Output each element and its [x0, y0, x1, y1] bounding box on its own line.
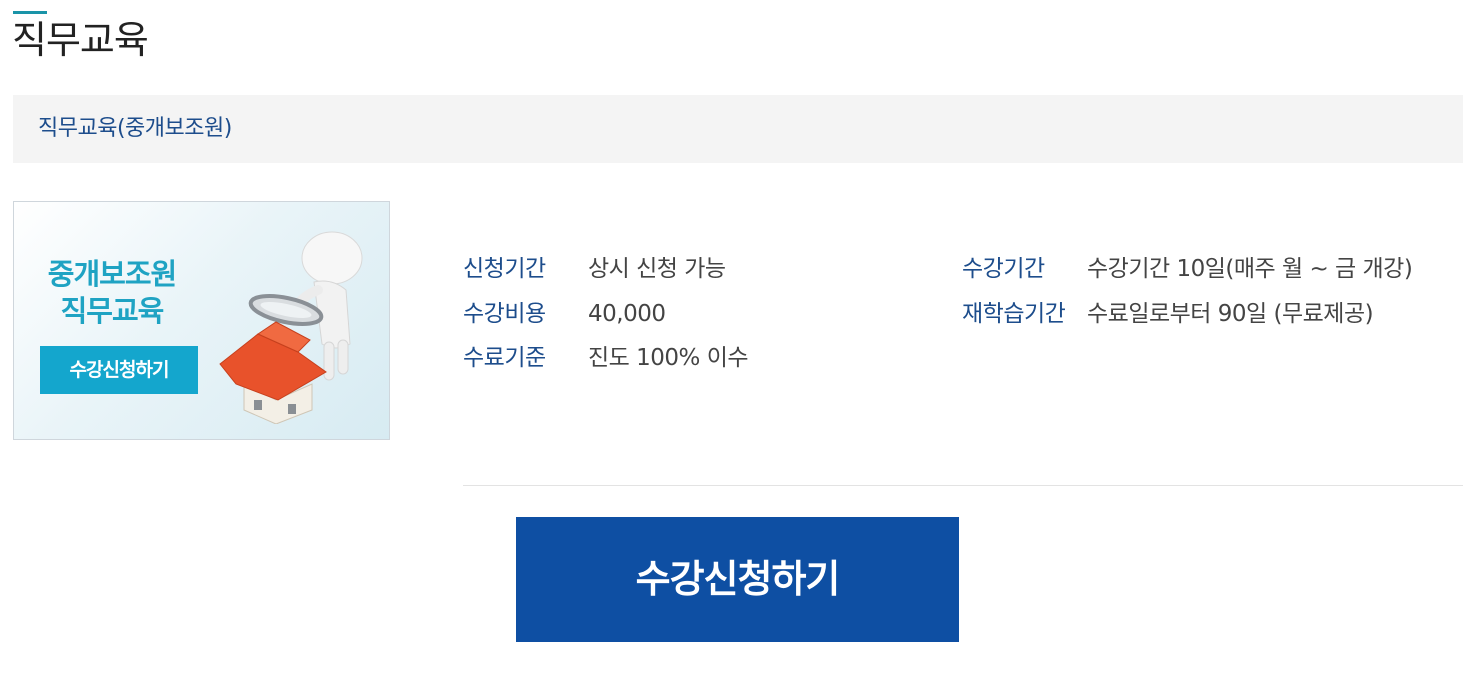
- page-title: 직무교육: [12, 18, 149, 62]
- figure-leg: [323, 341, 335, 381]
- breadcrumb: 직무교육(중개보조원): [13, 95, 1463, 163]
- info-value-study-period: 수강기간 10일(매주 월 ~ 금 개강): [1087, 256, 1413, 282]
- banner-title: 중개보조원 직무교육: [28, 256, 196, 330]
- breadcrumb-course-link[interactable]: 직무교육(중개보조원): [38, 114, 232, 144]
- info-label-review-period: 재학습기간: [962, 301, 1066, 327]
- info-value-review-period: 수료일로부터 90일 (무료제공): [1087, 301, 1374, 327]
- house-magnifier-illustration: [219, 231, 363, 424]
- figure-head: [301, 231, 363, 285]
- info-label-course-fee: 수강비용: [463, 301, 546, 327]
- info-label-completion-criteria: 수료기준: [463, 345, 546, 371]
- info-label-study-period: 수강기간: [962, 256, 1045, 282]
- divider: [463, 485, 1463, 486]
- info-label-application-period: 신청기간: [463, 256, 546, 282]
- info-value-completion-criteria: 진도 100% 이수: [588, 345, 749, 371]
- banner-apply-button[interactable]: 수강신청하기: [40, 346, 198, 394]
- apply-button[interactable]: 수강신청하기: [516, 517, 959, 642]
- banner-title-line-2: 직무교육: [60, 294, 165, 328]
- info-value-course-fee: 40,000: [588, 301, 666, 327]
- course-banner[interactable]: 중개보조원 직무교육 수강신청하기: [13, 201, 390, 440]
- info-value-application-period: 상시 신청 가능: [588, 256, 726, 282]
- banner-title-line-1: 중개보조원: [47, 257, 177, 291]
